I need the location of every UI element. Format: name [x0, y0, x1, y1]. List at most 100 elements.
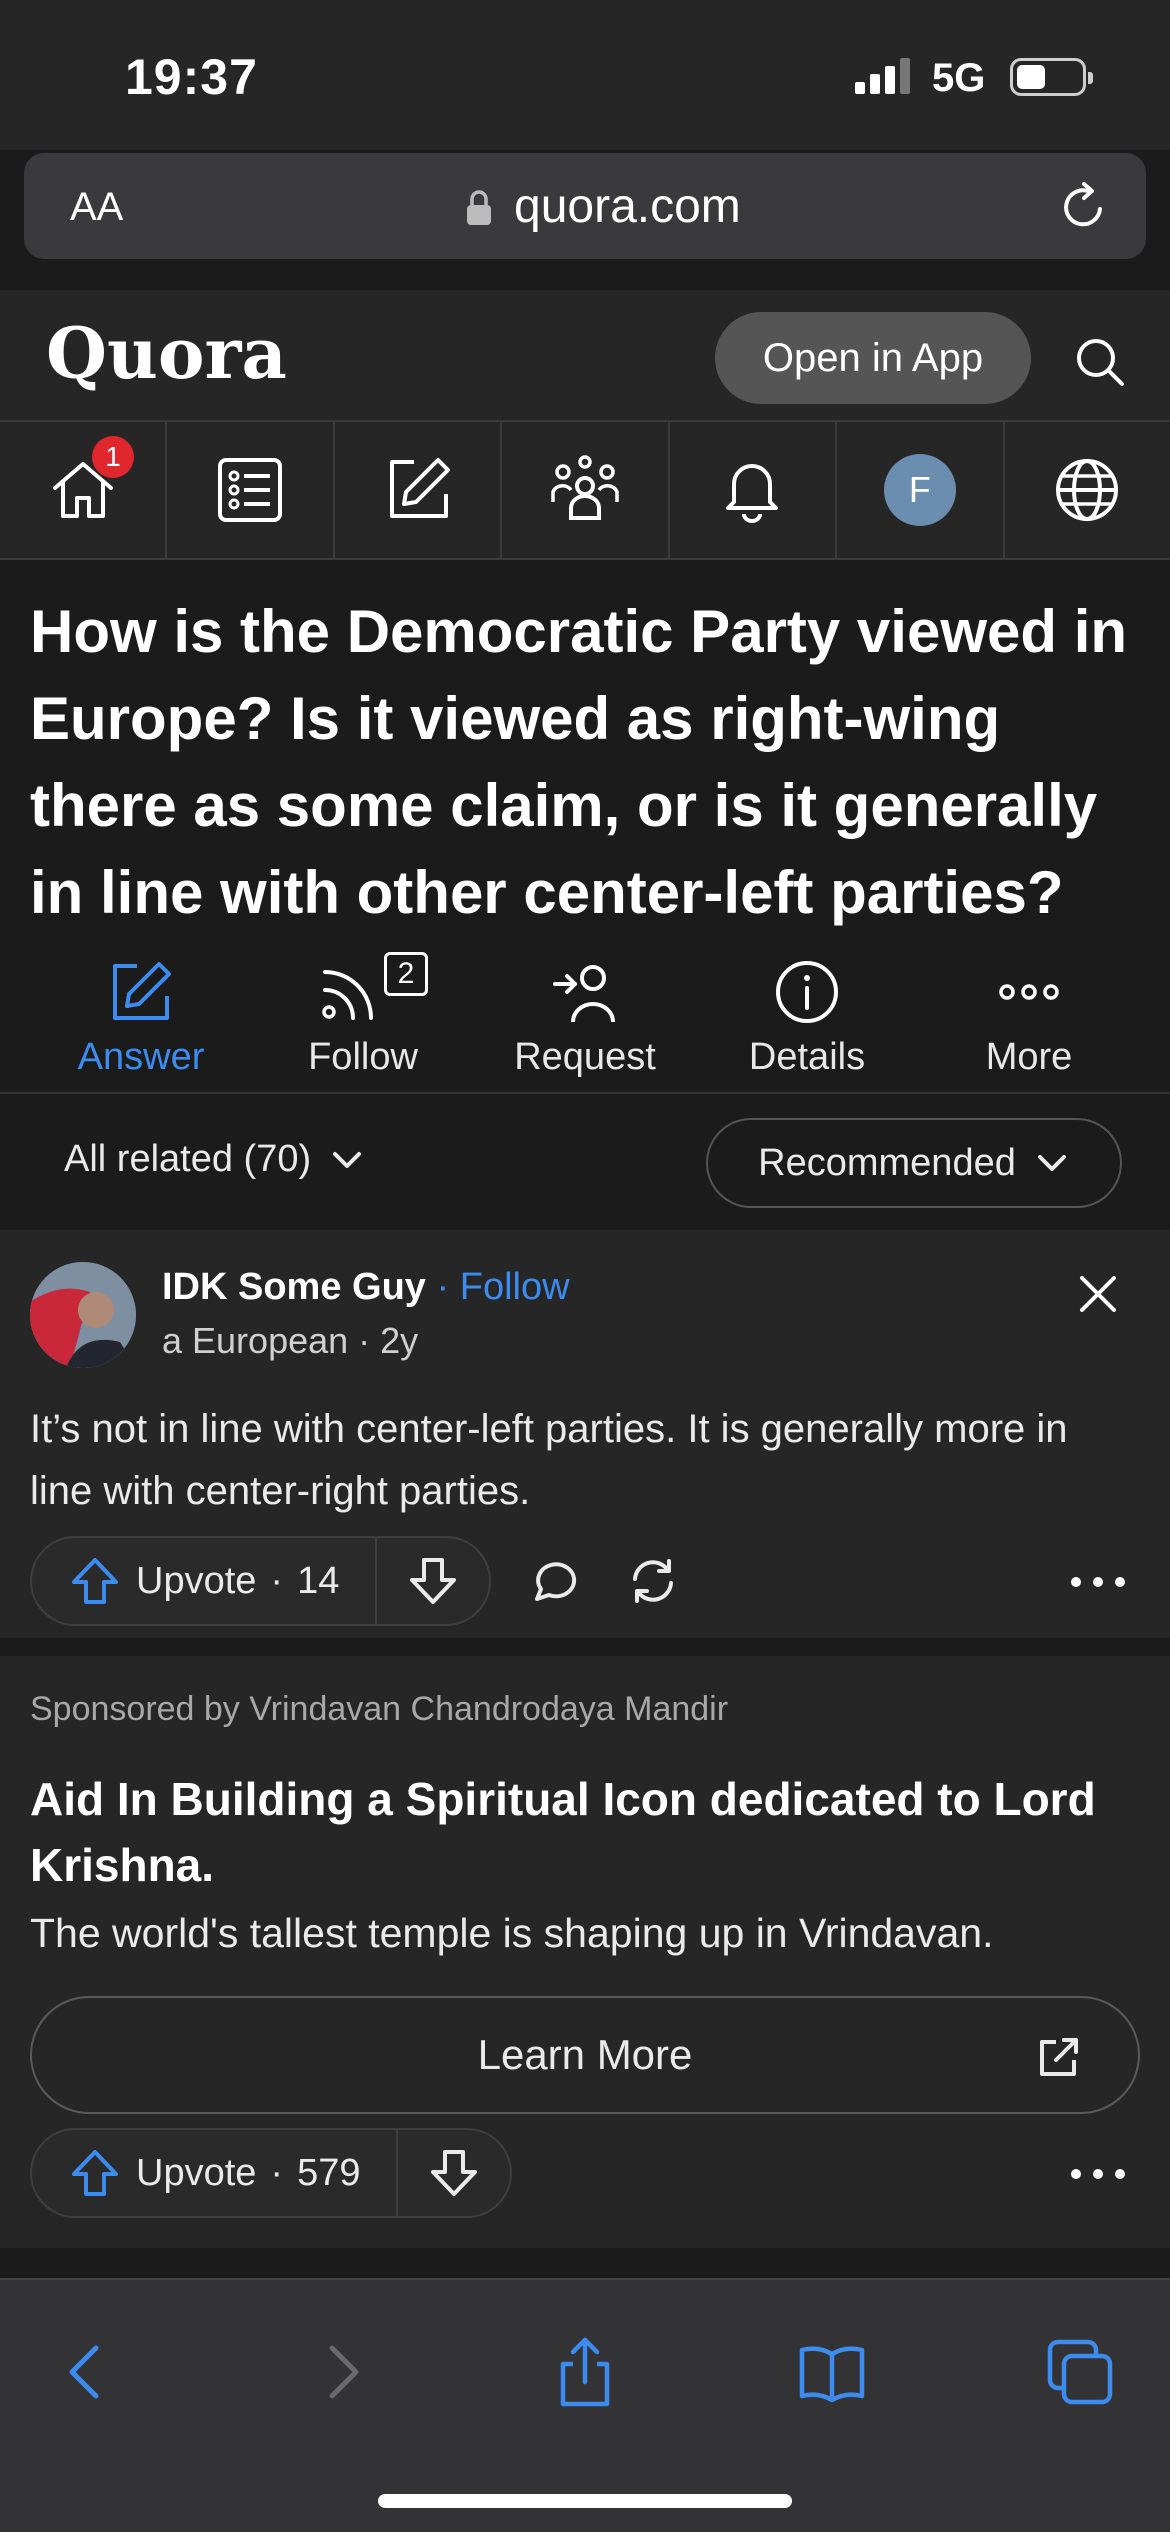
answer-pencil-icon: [389, 458, 450, 518]
question-actions: Answer 2 Follow Request Details More: [0, 950, 1170, 1090]
url-text: quora.com: [514, 180, 741, 233]
sort-dropdown[interactable]: Recommended: [706, 1118, 1122, 1208]
share-icon: [560, 2337, 610, 2407]
request-person-icon: [553, 965, 615, 1023]
author-avatar[interactable]: [30, 1262, 136, 1368]
nav-language[interactable]: [1005, 422, 1170, 558]
pencil-icon: [113, 962, 171, 1020]
downvote-arrow-icon: [410, 1558, 457, 1604]
address-bar[interactable]: AA quora.com: [24, 153, 1146, 259]
bell-icon: [726, 464, 779, 523]
follow-rss-icon: [322, 970, 373, 1020]
details-action[interactable]: Details: [696, 950, 918, 1090]
answer-card: IDK Some Guy · Follow a European · 2y It…: [0, 1230, 1170, 1638]
nav-profile[interactable]: F: [837, 422, 1005, 558]
author-photo: [30, 1262, 136, 1368]
filter-bar: All related (70) Recommended: [0, 1092, 1170, 1230]
reload-icon[interactable]: [1058, 181, 1110, 233]
answer-vote-row: Upvote · 14: [30, 1536, 679, 1626]
details-label: Details: [748, 1036, 866, 1078]
upvote-label: Upvote: [136, 1559, 257, 1602]
author-line: IDK Some Guy · Follow: [162, 1266, 570, 1309]
forward-button[interactable]: [300, 2332, 380, 2412]
nav-answer[interactable]: [335, 422, 503, 558]
cellular-signal-icon: [855, 58, 915, 94]
upvote-separator: ·: [270, 2151, 284, 2194]
vote-pill: Upvote · 579: [30, 2128, 513, 2218]
all-related-dropdown[interactable]: All related (70): [64, 1138, 365, 1181]
upvote-arrow-icon: [72, 2150, 118, 2196]
status-time: 19:37: [125, 49, 258, 105]
downvote-arrow-icon: [431, 2150, 478, 2196]
answer-action[interactable]: Answer: [30, 950, 252, 1090]
spaces-people-icon: [551, 455, 619, 520]
answer-label: Answer: [77, 1036, 205, 1078]
battery-icon: [1010, 58, 1093, 96]
forward-chevron-icon: [329, 2345, 359, 2399]
tabs-button[interactable]: [1040, 2332, 1120, 2412]
text-size-button[interactable]: AA: [70, 185, 123, 230]
lock-icon: [467, 190, 491, 225]
back-chevron-icon: [69, 2345, 99, 2399]
status-bar: 19:37 5G: [0, 0, 1170, 150]
all-related-label: All related (70): [64, 1138, 312, 1180]
upvote-count: 14: [297, 1559, 340, 1602]
upvote-separator: ·: [270, 1559, 284, 1602]
more-label: More: [985, 1036, 1073, 1078]
close-icon[interactable]: [1076, 1272, 1120, 1316]
quora-header: Quora Open in App: [0, 290, 1170, 420]
more-action[interactable]: More: [918, 950, 1140, 1090]
nav-following[interactable]: [167, 422, 335, 558]
network-type: 5G: [932, 56, 986, 100]
separator-dot: ·: [425, 1266, 460, 1308]
search-icon[interactable]: [1072, 334, 1128, 390]
request-action[interactable]: Request: [474, 950, 696, 1090]
bookmarks-button[interactable]: [792, 2332, 872, 2412]
follow-action[interactable]: 2 Follow: [252, 950, 474, 1090]
upvote-arrow-icon: [72, 1558, 118, 1604]
share-button[interactable]: [545, 2332, 625, 2412]
share-reshare-icon[interactable]: [627, 1555, 679, 1607]
ad-title[interactable]: Aid In Building a Spiritual Icon dedicat…: [30, 1766, 1130, 1898]
request-label: Request: [514, 1036, 656, 1078]
more-options-icon[interactable]: [1068, 1572, 1128, 1592]
question-section: How is the Democratic Party viewed in Eu…: [0, 560, 1170, 1092]
upvote-button[interactable]: Upvote · 14: [32, 1538, 378, 1624]
notification-badge: 1: [92, 436, 134, 478]
quora-logo[interactable]: Quora: [46, 312, 287, 395]
ad-vote-row: Upvote · 579: [30, 2128, 513, 2218]
author-credential: a European · 2y: [162, 1320, 419, 1361]
external-link-icon: [1040, 2038, 1078, 2076]
tabs-icon: [1047, 2339, 1113, 2405]
nav-home[interactable]: 1: [0, 422, 168, 558]
upvote-button[interactable]: Upvote · 579: [32, 2130, 399, 2216]
follow-count: 2: [384, 952, 428, 996]
avatar: F: [883, 454, 956, 526]
learn-more-button[interactable]: Learn More: [30, 1996, 1140, 2114]
nav-spaces[interactable]: [502, 422, 670, 558]
chevron-down-icon: [333, 1151, 362, 1168]
ad-body: The world's tallest temple is shaping up…: [30, 1910, 994, 1956]
upvote-label: Upvote: [136, 2151, 257, 2194]
top-nav: 1 F: [0, 420, 1170, 560]
back-button[interactable]: [48, 2332, 128, 2412]
globe-icon: [1056, 459, 1119, 521]
author-name[interactable]: IDK Some Guy: [162, 1266, 426, 1308]
more-options-icon[interactable]: [1068, 2164, 1128, 2184]
upvote-count: 579: [297, 2151, 361, 2194]
following-list-icon: [218, 458, 283, 522]
follow-author-link[interactable]: Follow: [460, 1266, 570, 1308]
chevron-down-icon: [1037, 1155, 1066, 1171]
answer-text[interactable]: It’s not in line with center-left partie…: [30, 1398, 1140, 1522]
question-title: How is the Democratic Party viewed in Eu…: [30, 598, 1128, 926]
info-icon: [776, 961, 838, 1023]
book-icon: [799, 2346, 865, 2403]
vote-pill: Upvote · 14: [30, 1536, 492, 1626]
nav-notifications[interactable]: [670, 422, 838, 558]
sponsored-card: Sponsored by Vrindavan Chandrodaya Mandi…: [0, 1656, 1170, 2248]
downvote-button[interactable]: [377, 1538, 489, 1624]
downvote-button[interactable]: [398, 2130, 510, 2216]
open-in-app-button[interactable]: Open in App: [715, 312, 1031, 404]
comment-icon[interactable]: [527, 1555, 579, 1607]
feed-divider: [0, 2248, 1170, 2278]
